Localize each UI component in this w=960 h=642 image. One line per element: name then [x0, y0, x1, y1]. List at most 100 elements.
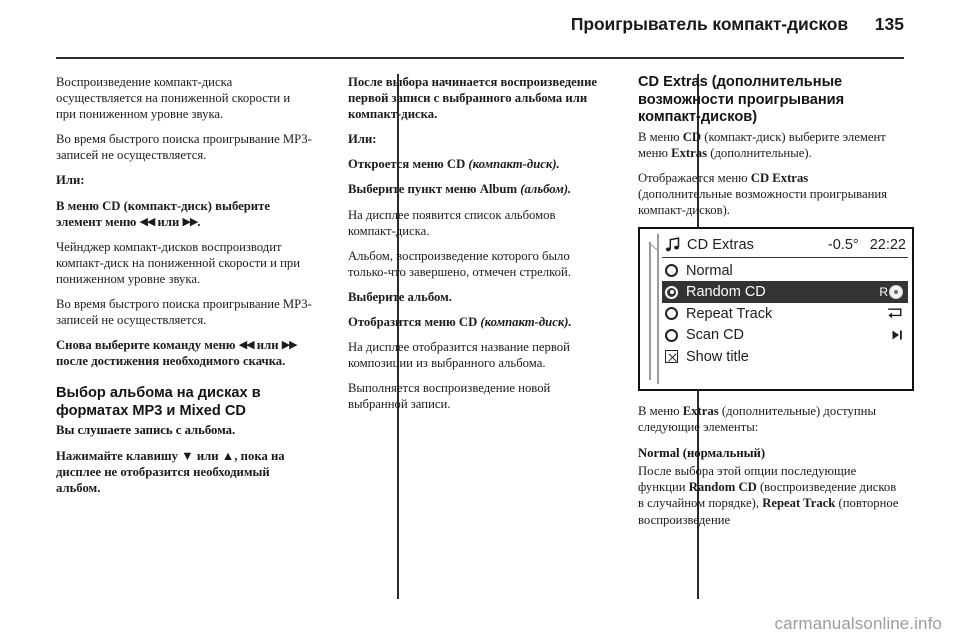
- menu-name: CD: [446, 157, 466, 172]
- paragraph: После выбора начинается воспроизведение …: [347, 75, 598, 122]
- radio-icon[interactable]: [665, 328, 678, 342]
- paragraph: Выберите пункт меню Album (альбом).: [348, 181, 602, 197]
- paragraph: В меню CD (компакт-диск) выберите элемен…: [56, 198, 312, 230]
- paragraph: После выбора этой опции последующие функ…: [638, 463, 904, 527]
- paragraph: Выберите альбом.: [347, 289, 452, 304]
- paragraph: Во время быстрого поиска проигрывание MP…: [56, 297, 312, 328]
- paragraph-or-label: Или:: [347, 132, 377, 147]
- cd-extras-menu-list[interactable]: Normal Random CD R Repeat Track Scan CD …: [662, 258, 908, 368]
- clock-time: 22:22: [869, 236, 906, 253]
- header-divider: [56, 57, 904, 59]
- repeat-icon: [888, 308, 902, 318]
- paragraph: Отображается меню CD Extras (дополнитель…: [638, 170, 904, 218]
- text-fragment: .: [197, 214, 201, 229]
- bezel-line-left-outer: [657, 233, 659, 384]
- option-name: Repeat Track: [762, 496, 836, 511]
- menu-item-label: Show title: [686, 348, 749, 365]
- random-letter: R: [879, 285, 888, 300]
- text-fragment: после достижения необходимого скачка.: [56, 354, 286, 369]
- radio-icon[interactable]: [665, 307, 678, 321]
- paragraph: Снова выберите команду меню ◀◀ или ▶▶ по…: [56, 337, 312, 369]
- text-fragment: Снова выберите команду меню: [56, 338, 239, 353]
- menu-item-random-cd[interactable]: Random CD R: [662, 281, 908, 303]
- text-fragment: (альбом).: [517, 182, 572, 197]
- menu-name: Album: [479, 182, 518, 197]
- menu-item-repeat-track[interactable]: Repeat Track: [662, 303, 908, 325]
- menu-name: CD: [682, 129, 702, 144]
- menu-item-label: Repeat Track: [686, 305, 773, 322]
- menu-name: CD Extras: [750, 170, 809, 185]
- display-screen: CD Extras -0.5° 22:22 Normal Random CD R…: [662, 232, 908, 385]
- rewind-icon: ◀◀: [238, 338, 255, 352]
- manual-page: Проигрыватель компакт-дисков 135 Воспрои…: [0, 0, 960, 642]
- option-name: Random CD: [688, 480, 757, 495]
- menu-item-label: Normal: [686, 262, 733, 279]
- column-2: После выбора начинается воспроизведение …: [334, 74, 624, 614]
- paragraph: На дисплее отобразится название первой к…: [347, 340, 570, 371]
- display-titlebar: CD Extras -0.5° 22:22: [662, 233, 908, 258]
- text-fragment: Отображается меню: [638, 170, 751, 185]
- random-disc-icon: R: [879, 285, 903, 300]
- paragraph: Во время быстрого поиска проигрывание MP…: [56, 132, 312, 163]
- menu-name: CD: [458, 315, 478, 330]
- paragraph: На дисплее появится список альбомов комп…: [347, 207, 556, 238]
- cd-extras-display-figure: CD Extras -0.5° 22:22 Normal Random CD R…: [638, 226, 914, 391]
- radio-icon[interactable]: [665, 264, 678, 278]
- page-title: Проигрыватель компакт-дисков: [570, 14, 848, 34]
- paragraph: В меню Extras (дополнительные) доступны …: [638, 403, 904, 435]
- menu-item-indicator: [869, 329, 908, 341]
- text-fragment: Откроется меню: [347, 157, 447, 172]
- option-name: Normal: [638, 446, 680, 461]
- text-fragment: (компакт-диск).: [465, 157, 560, 172]
- paragraph: Нажимайте клавишу ▼ или ▲, пока на диспл…: [56, 448, 285, 495]
- paragraph: Альбом, воспроизведение которого было то…: [347, 248, 571, 279]
- menu-name: Extras: [682, 403, 719, 418]
- paragraph-or-label: Или:: [56, 173, 85, 188]
- column-3: CD Extras (дополнительные возможности пр…: [624, 74, 914, 614]
- page-header: Проигрыватель компакт-дисков 135: [56, 14, 904, 59]
- fast-forward-icon: ▶▶: [281, 338, 298, 352]
- menu-item-scan-cd[interactable]: Scan CD: [662, 324, 908, 346]
- page-number: 135: [874, 14, 904, 34]
- text-fragment: или: [154, 214, 183, 229]
- text-fragment: Отобразится меню: [347, 315, 459, 330]
- display-title: CD Extras: [687, 236, 754, 253]
- bezel-line-left-inner: [649, 241, 651, 380]
- disc-icon: [889, 285, 903, 300]
- paragraph: Отобразится меню CD (компакт-диск).: [348, 314, 602, 330]
- text-fragment: (дополнительные).: [707, 145, 812, 160]
- bezel-corner-top-left: [640, 241, 658, 260]
- text-fragment: (компакт-диск).: [477, 315, 572, 330]
- display-bezel: CD Extras -0.5° 22:22 Normal Random CD R…: [638, 226, 914, 391]
- checkbox-icon[interactable]: [665, 350, 678, 364]
- column-1: Воспроизведение компакт-диска осуществля…: [56, 74, 334, 614]
- text-fragment: Выберите пункт меню: [347, 182, 480, 197]
- paragraph: Выполняется воспроизведение новой выбран…: [347, 381, 551, 412]
- outside-temperature: -0.5°: [827, 236, 859, 253]
- rewind-icon: ◀◀: [139, 214, 155, 228]
- subsection-heading: Normal (нормальный): [638, 445, 904, 461]
- paragraph: В меню CD (компакт-диск) выберите элемен…: [638, 129, 904, 161]
- scan-next-icon: [892, 330, 902, 340]
- music-note-icon: [665, 237, 680, 252]
- option-translation: (нормальный): [679, 446, 766, 461]
- menu-name: Extras: [671, 145, 708, 160]
- paragraph: Откроется меню CD (компакт-диск).: [348, 156, 602, 172]
- menu-item-indicator: R: [869, 285, 908, 300]
- menu-item-show-title[interactable]: Show title: [662, 346, 908, 368]
- fast-forward-icon: ▶▶: [182, 214, 198, 228]
- menu-item-indicator: [869, 308, 908, 320]
- paragraph: Чейнджер компакт-дисков воспроизводит ко…: [56, 239, 300, 286]
- text-fragment: или: [253, 338, 282, 353]
- section-lead: Вы слушаете запись с альбома.: [56, 423, 236, 438]
- paragraph: Воспроизведение компакт-диска осуществля…: [56, 75, 291, 122]
- text-fragment: В меню: [638, 129, 683, 144]
- text-fragment: (дополнительные возможности проигрывания…: [638, 186, 888, 217]
- menu-item-label: Random CD: [686, 284, 766, 301]
- radio-icon[interactable]: [665, 285, 678, 299]
- menu-item-normal[interactable]: Normal: [662, 260, 908, 282]
- text-fragment: В меню: [638, 403, 683, 418]
- section-heading: CD Extras (дополнительные возможности пр…: [638, 74, 845, 125]
- menu-item-label: Scan CD: [686, 327, 745, 344]
- section-heading: Выбор альбома на дисках в форматах MP3 и…: [56, 385, 261, 419]
